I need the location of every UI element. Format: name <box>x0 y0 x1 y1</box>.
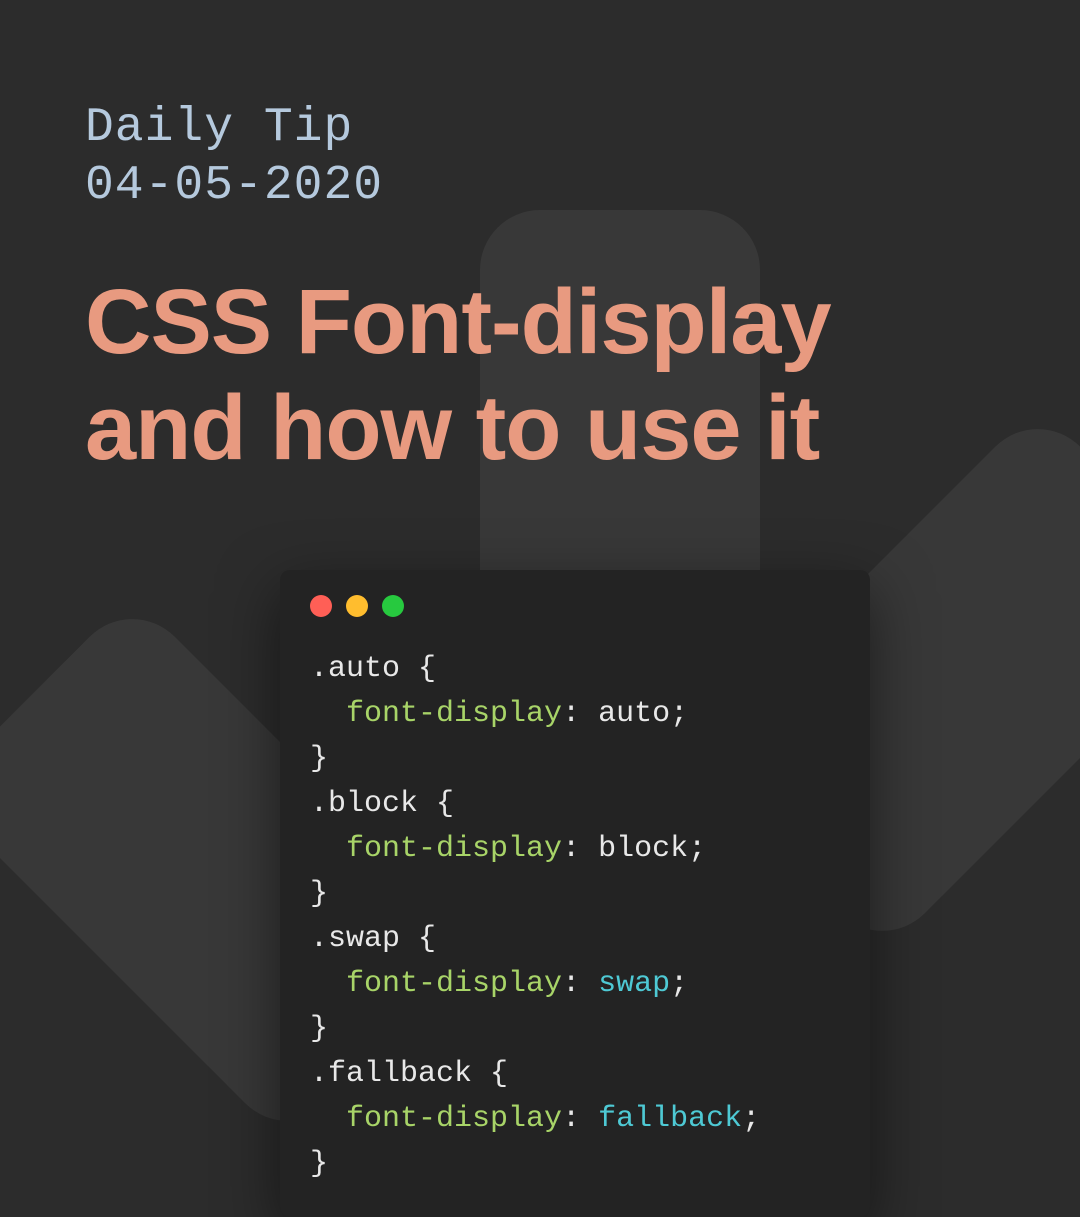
eyebrow-date: 04-05-2020 <box>85 158 995 216</box>
code-block: .auto { font-display: auto; } .block { f… <box>310 647 840 1187</box>
code-window: .auto { font-display: auto; } .block { f… <box>280 570 870 1217</box>
content-area: Daily Tip 04-05-2020 CSS Font-display an… <box>0 0 1080 482</box>
page-title: CSS Font-display and how to use it <box>85 270 995 482</box>
eyebrow-label: Daily Tip <box>85 100 995 158</box>
eyebrow: Daily Tip 04-05-2020 <box>85 100 995 215</box>
close-icon <box>310 595 332 617</box>
traffic-lights <box>310 595 840 617</box>
minimize-icon <box>346 595 368 617</box>
maximize-icon <box>382 595 404 617</box>
